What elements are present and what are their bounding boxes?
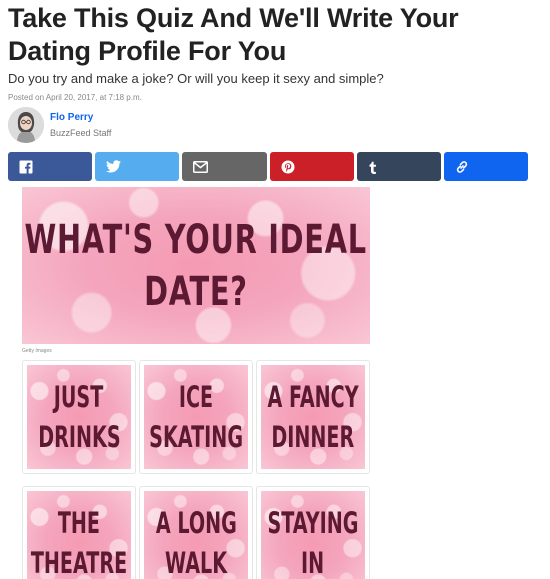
answer-label: IN [301,546,325,579]
answer-label: THEATRE [30,546,128,579]
quiz-answer-tile[interactable]: A LONG WALK [139,486,253,579]
share-twitter-button[interactable] [95,152,180,181]
share-pinterest-button[interactable] [269,152,354,181]
answer-label: A LONG [155,506,237,540]
quiz-answer-tile[interactable]: A FANCY DINNER [256,360,370,474]
quiz-answer-tile[interactable]: THE THEATRE [22,486,136,579]
answer-image: STAYING IN [261,491,365,579]
byline: Flo Perry BuzzFeed Staff [8,107,111,143]
answer-label: THE [57,506,101,540]
posted-timestamp: Posted on April 20, 2017, at 7:18 p.m. [8,93,142,102]
article-title: Take This Quiz And We'll Write Your Dati… [8,3,459,66]
quiz-question-line: WHAT'S YOUR IDEAL [24,216,368,263]
quiz-answer-tile[interactable]: STAYING IN [256,486,370,579]
answer-image: JUST DRINKS [27,365,131,469]
link-icon [456,160,468,173]
share-email-button[interactable] [182,152,267,181]
facebook-icon [19,160,33,173]
answer-label: JUST [54,380,104,414]
avatar-portrait-icon [8,107,44,143]
answer-label: DINNER [271,420,355,454]
tumblr-icon [369,161,376,174]
answer-label: ICE [178,380,214,414]
image-credit: Getty Images [22,348,52,354]
answer-image: A LONG WALK [144,491,248,579]
answer-image: A FANCY DINNER [261,365,365,469]
quiz-question-image: WHAT'S YOUR IDEAL DATE? [22,187,370,344]
author-info: Flo Perry BuzzFeed Staff [50,112,111,138]
answer-label: STAYING [267,506,359,540]
answer-label: DRINKS [37,420,121,454]
answer-label: A FANCY [267,380,359,414]
share-facebook-button[interactable] [8,152,93,181]
author-role: BuzzFeed Staff [50,128,112,138]
quiz-answer-tile[interactable]: JUST DRINKS [22,360,136,474]
quiz-question-text: WHAT'S YOUR IDEAL DATE? [22,187,370,344]
quiz-answer-tile[interactable]: ICE SKATING [139,360,253,474]
share-bar [8,152,529,181]
pinterest-icon [281,160,295,173]
share-link-button[interactable] [443,152,529,181]
answer-image: THE THEATRE [27,491,131,579]
author-name-link[interactable]: Flo Perry [50,112,111,123]
answer-label: WALK [164,546,228,579]
answer-label: SKATING [149,420,243,454]
article-description: Do you try and make a joke? Or will you … [8,71,384,86]
answer-image: ICE SKATING [144,365,248,469]
quiz-question-line: DATE? [144,268,248,315]
twitter-icon [106,160,122,173]
email-icon [193,160,209,173]
author-avatar[interactable] [8,107,44,143]
share-tumblr-button[interactable] [356,152,441,181]
